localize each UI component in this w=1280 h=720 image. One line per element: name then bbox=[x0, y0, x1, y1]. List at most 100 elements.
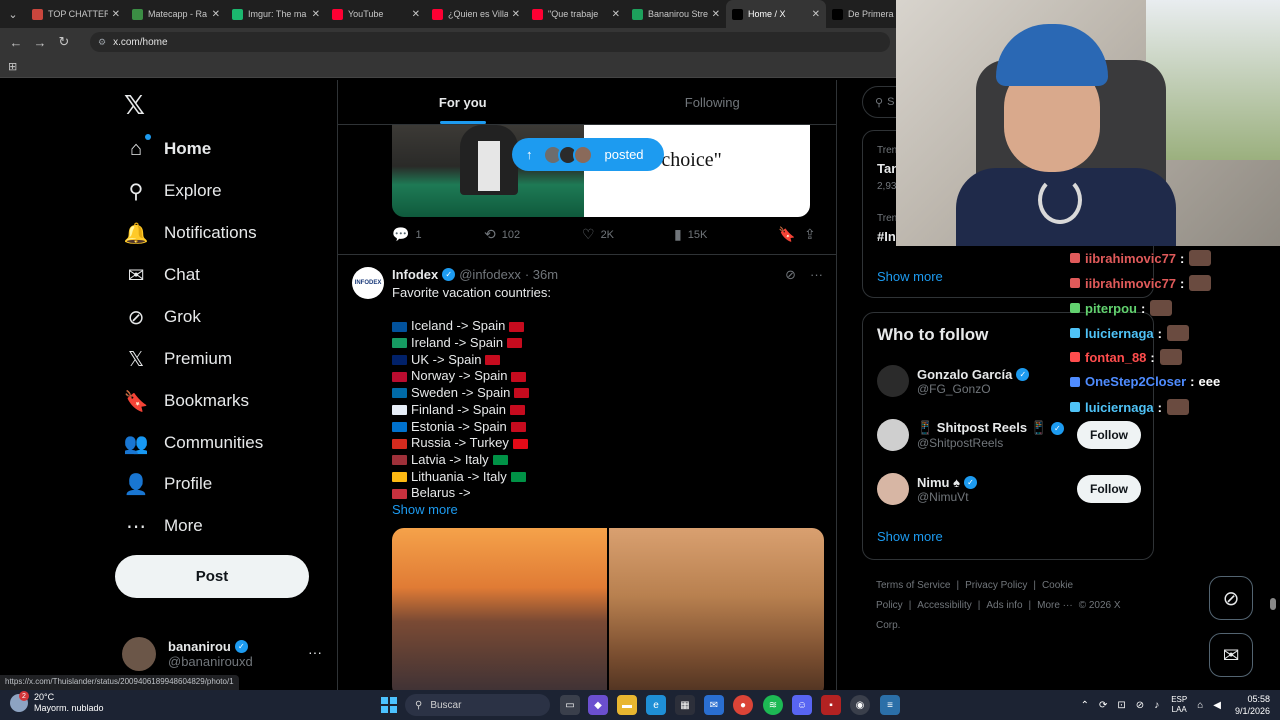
post-media[interactable] bbox=[392, 528, 824, 690]
reload-icon[interactable]: ↻ bbox=[52, 34, 76, 50]
notepad-icon[interactable]: ≡ bbox=[880, 695, 900, 715]
browser-tab[interactable]: "Que trabaje ✕ bbox=[526, 0, 626, 28]
language-indicator[interactable]: ESP LAA bbox=[1171, 695, 1187, 715]
browser-tab[interactable]: Bananirou Stre ✕ bbox=[626, 0, 726, 28]
close-icon[interactable]: ✕ bbox=[212, 9, 220, 20]
network-icon[interactable]: ⊡ bbox=[1117, 700, 1125, 711]
taskbar-search[interactable]: ⚲ Buscar bbox=[405, 694, 550, 716]
suggestion-name[interactable]: Nimu ♠ bbox=[917, 475, 960, 490]
close-icon[interactable]: ✕ bbox=[312, 9, 320, 20]
discord-icon[interactable]: ☺ bbox=[792, 695, 812, 715]
apps-grid-icon[interactable]: ⊞ bbox=[8, 60, 17, 73]
tab-search-icon[interactable]: ⌄ bbox=[0, 0, 26, 28]
browser-tab[interactable]: TOP CHATTERS ✕ bbox=[26, 0, 126, 28]
like-button[interactable]: ♡ 2K bbox=[582, 226, 674, 243]
avatar[interactable] bbox=[877, 473, 909, 505]
spotify-icon[interactable]: ≋ bbox=[763, 695, 783, 715]
edge-icon[interactable]: e bbox=[646, 695, 666, 715]
mail-icon[interactable]: ✉ bbox=[704, 695, 724, 715]
nav-item-communities[interactable]: 👥 Communities bbox=[124, 423, 264, 463]
chrome-icon[interactable]: ● bbox=[733, 695, 753, 715]
show-more-link[interactable]: Show more bbox=[392, 502, 812, 519]
address-bar[interactable]: ⚙ x.com/home bbox=[90, 32, 890, 52]
close-icon[interactable]: ✕ bbox=[712, 9, 720, 20]
nav-item-profile[interactable]: 👤 Profile bbox=[124, 464, 213, 504]
clock[interactable]: 05:58 9/1/2026 bbox=[1235, 693, 1270, 717]
weather-widget[interactable]: 2 20°C Mayorm. nublado bbox=[10, 691, 104, 714]
browser-tab[interactable]: Imgur: The ma ✕ bbox=[226, 0, 326, 28]
site-info-icon[interactable]: ⚙ bbox=[98, 37, 106, 48]
avatar[interactable] bbox=[877, 419, 909, 451]
copilot-icon[interactable]: ◆ bbox=[588, 695, 608, 715]
post-avatar[interactable]: INFODEX bbox=[352, 267, 384, 299]
wifi-icon[interactable]: ⌂ bbox=[1197, 700, 1203, 711]
close-icon[interactable]: ✕ bbox=[112, 9, 120, 20]
browser-tab[interactable]: Home / X ✕ bbox=[726, 0, 826, 28]
post-author-name[interactable]: Infodex bbox=[392, 267, 438, 282]
nav-item-more[interactable]: ⋯ More bbox=[124, 506, 203, 546]
messages-fab[interactable]: ✉ bbox=[1209, 633, 1253, 677]
close-icon[interactable]: ✕ bbox=[612, 9, 620, 20]
obs-icon[interactable]: ◉ bbox=[850, 695, 870, 715]
footer-link[interactable]: Terms of Service bbox=[876, 580, 950, 591]
account-switcher[interactable]: bananirou ✓ @bananirouxd ··· bbox=[122, 632, 322, 676]
post-time[interactable]: · 36m bbox=[525, 267, 558, 282]
suggestion-name[interactable]: 📱 Shitpost Reels 📱 bbox=[917, 420, 1047, 436]
sunset-coast-image[interactable] bbox=[392, 528, 607, 690]
reply-button[interactable]: 💬 1 bbox=[392, 226, 484, 243]
avatar[interactable] bbox=[877, 365, 909, 397]
tab-following[interactable]: Following bbox=[588, 80, 837, 124]
close-icon[interactable]: ✕ bbox=[512, 9, 520, 20]
grok-icon[interactable]: ⊘ bbox=[785, 267, 796, 283]
trends-show-more[interactable]: Show more bbox=[877, 269, 943, 284]
sync-icon[interactable]: ⟳ bbox=[1099, 700, 1107, 711]
trend-title[interactable]: #In bbox=[877, 229, 896, 244]
nav-item-premium[interactable]: 𝕏 Premium bbox=[124, 339, 232, 379]
forward-icon[interactable]: → bbox=[28, 35, 52, 50]
close-icon[interactable]: ✕ bbox=[412, 9, 420, 20]
post-button[interactable]: Post bbox=[115, 555, 309, 598]
task-view-icon[interactable]: ▭ bbox=[560, 695, 580, 715]
new-posts-pill[interactable]: ↑ posted bbox=[512, 138, 664, 171]
chevron-up-icon[interactable]: ⌃ bbox=[1081, 700, 1089, 711]
bell-off-icon[interactable]: ⊘ bbox=[1136, 700, 1144, 711]
browser-tab[interactable]: Matecapp - Ra ✕ bbox=[126, 0, 226, 28]
repost-button[interactable]: ⟲ 102 bbox=[484, 226, 582, 243]
footer-link[interactable]: More ··· bbox=[1037, 600, 1073, 611]
nav-item-explore[interactable]: ⚲ Explore bbox=[124, 171, 222, 211]
volume-icon[interactable]: ◀ bbox=[1213, 700, 1221, 711]
file-explorer-icon[interactable]: ▬ bbox=[617, 695, 637, 715]
store-icon[interactable]: ▦ bbox=[675, 695, 695, 715]
follow-suggestion[interactable]: Nimu ♠ ✓ @NimuVt Follow bbox=[877, 469, 1141, 509]
share-button[interactable]: ⇪ bbox=[804, 226, 822, 243]
follow-button[interactable]: Follow bbox=[1077, 475, 1141, 503]
footer-link[interactable]: Ads info bbox=[986, 600, 1022, 611]
back-icon[interactable]: ← bbox=[4, 35, 28, 50]
seville-tower-image[interactable] bbox=[609, 528, 824, 690]
nav-item-home[interactable]: ⌂ Home bbox=[124, 129, 211, 169]
nav-item-bookmarks[interactable]: 🔖 Bookmarks bbox=[124, 381, 249, 421]
browser-tab[interactable]: YouTube ✕ bbox=[326, 0, 426, 28]
browser-tab[interactable]: ¿Quien es Villa ✕ bbox=[426, 0, 526, 28]
views-button[interactable]: ▮ 15K bbox=[674, 226, 778, 243]
footer-link[interactable]: Privacy Policy bbox=[965, 580, 1027, 591]
close-icon[interactable]: ✕ bbox=[812, 9, 820, 20]
app-icon[interactable]: ▪ bbox=[821, 695, 841, 715]
nav-item-chat[interactable]: ✉ Chat bbox=[124, 255, 200, 295]
chat-badge-icon bbox=[1070, 278, 1080, 288]
footer-link[interactable]: Accessibility bbox=[917, 600, 971, 611]
nav-item-grok[interactable]: ⊘ Grok bbox=[124, 297, 201, 337]
microphone-icon[interactable]: ♪ bbox=[1154, 700, 1159, 711]
more-dots-icon[interactable]: ··· bbox=[308, 644, 322, 660]
suggestion-name[interactable]: Gonzalo García bbox=[917, 367, 1012, 382]
scrollbar[interactable] bbox=[1270, 598, 1276, 610]
grok-fab[interactable]: ⊘ bbox=[1209, 576, 1253, 620]
bookmark-button[interactable]: 🔖 bbox=[778, 226, 804, 243]
nav-item-notifications[interactable]: 🔔 Notifications bbox=[124, 213, 257, 253]
who-to-follow-show-more[interactable]: Show more bbox=[877, 529, 943, 544]
more-dots-icon[interactable]: ··· bbox=[810, 267, 823, 283]
x-logo-icon[interactable]: 𝕏 bbox=[124, 90, 145, 121]
windows-start-icon[interactable] bbox=[381, 697, 397, 713]
post-author-handle[interactable]: @infodexx bbox=[459, 267, 521, 282]
tab-for-you[interactable]: For you bbox=[338, 80, 588, 124]
